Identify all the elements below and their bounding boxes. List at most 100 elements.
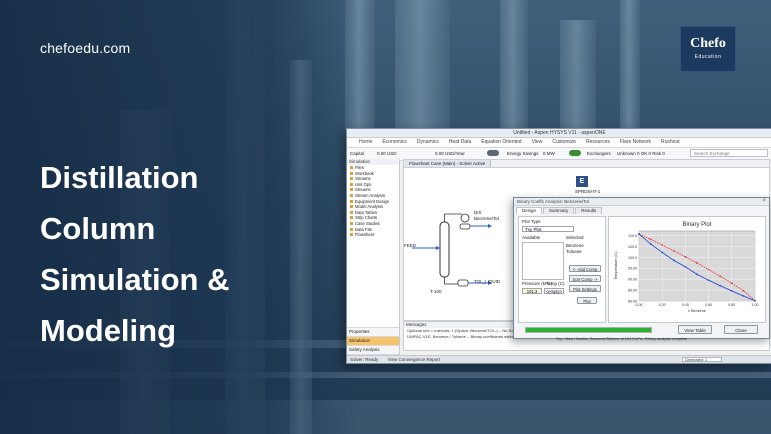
data-point	[730, 290, 733, 292]
menu-resources[interactable]: Resources	[586, 138, 610, 147]
site-url[interactable]: chefoedu.com	[40, 40, 130, 56]
design-panel: Plot Type Txy Plot Available Selected Be…	[518, 216, 606, 323]
convergence-link[interactable]: View Convergence Report	[388, 357, 440, 362]
y-tick-label: 100.0	[628, 256, 637, 260]
distillate-sub-label: Benzene/Tol	[474, 216, 499, 221]
data-point	[661, 251, 664, 254]
selected-item[interactable]: Toluene	[566, 249, 582, 254]
tab-design[interactable]: Design	[516, 207, 543, 214]
x-tick-label: 0.20	[659, 303, 666, 307]
sort-comp-button[interactable]: Sort Comp ->	[569, 275, 601, 282]
data-point	[707, 279, 710, 282]
data-point	[638, 233, 640, 235]
status-indicator: Generated: 1	[682, 357, 722, 362]
banner-root: chefoedu.com Distillation Column Simulat…	[0, 0, 771, 434]
menu-rushout[interactable]: Rushout	[661, 138, 680, 147]
dialog-notes: Txy - Dew / Bubble, Benzene/Toluene at 1…	[556, 337, 688, 341]
data-point	[649, 243, 652, 245]
x-tick-label: 0.60	[705, 303, 712, 307]
menu-equation-oriented[interactable]: Equation Oriented	[481, 138, 521, 147]
menu-flare-network[interactable]: Flare Network	[620, 138, 651, 147]
search-input[interactable]: Search Exchange	[690, 149, 768, 157]
x-axis-label: x Benzene	[688, 309, 706, 313]
data-point	[696, 273, 698, 276]
binary-plot-chart: Binary Plot80.0085.0090.0095.00100.0105.…	[614, 222, 759, 313]
menu-economics[interactable]: Economics	[382, 138, 406, 147]
window-titlebar: Untitled - Aspen HYSYS V11 - aspenONE	[347, 129, 771, 138]
y-tick-label: 110.0	[628, 234, 637, 238]
exchangers-label: Exchangers	[587, 151, 611, 156]
nav-item[interactable]: Flowsheet	[350, 232, 399, 238]
flowsheet-tab[interactable]: Flowsheet Case (Main) - Solver Active	[404, 160, 492, 167]
utility-value: 0.00 USD/Year	[435, 151, 465, 156]
cost-label: Capital	[350, 151, 365, 156]
plot-settings-button[interactable]: Plot Settings	[569, 285, 601, 292]
plot-button[interactable]: Plot	[577, 297, 597, 304]
data-point	[684, 255, 687, 258]
title-line: Distillation	[40, 160, 199, 195]
nav-properties[interactable]: Properties	[347, 327, 399, 336]
menu-dynamics[interactable]: Dynamics	[417, 138, 439, 147]
tab-summary[interactable]: Summary	[543, 207, 575, 214]
binary-plot-panel: Binary Plot 80.00 85.00 90.00 95.00 100.0 105.…	[608, 216, 766, 323]
close-icon[interactable]: ×	[762, 198, 766, 205]
exchangers-status: Unknown 0 OK 0 Risk 0	[617, 151, 665, 156]
view-table-button[interactable]: View Table	[678, 325, 712, 334]
status-bar: Solver: Ready View Convergence Report Ge…	[347, 355, 771, 363]
data-point	[684, 265, 687, 268]
temp-input[interactable]: <empty>	[544, 288, 564, 294]
data-point	[719, 284, 722, 287]
window-title: Untitled - Aspen HYSYS V11 - aspenONE	[513, 130, 606, 136]
cost-toggle[interactable]	[487, 150, 499, 156]
bottoms-label: TOL_LIQUID	[474, 279, 501, 284]
progress-fill	[526, 328, 651, 332]
add-comp-button[interactable]: <- Add Comp	[569, 265, 601, 272]
dialog-title: Binary Coeffs Analysis: Benzene/Tol	[514, 198, 769, 206]
data-point	[707, 268, 710, 271]
menu-home[interactable]: Home	[359, 138, 372, 147]
menu-bar: Home Economics Dynamics Heat Data Equati…	[347, 138, 771, 148]
selected-label: Selected	[566, 235, 584, 240]
menu-customize[interactable]: Customize	[552, 138, 576, 147]
energy-toggle[interactable]	[569, 150, 581, 156]
data-point	[661, 244, 664, 246]
x-tick-label: 1.00	[752, 303, 759, 307]
y-tick-label: 105.0	[628, 245, 637, 249]
banner-title: Distillation Column Simulation & Modelin…	[40, 152, 340, 356]
feed-label: FEED	[404, 243, 417, 248]
data-point	[672, 259, 675, 262]
available-list[interactable]	[522, 242, 564, 280]
logo-subtitle: Education	[694, 54, 722, 60]
menu-heat-data[interactable]: Heat Data	[449, 138, 472, 147]
selected-item[interactable]: Benzene	[566, 243, 584, 248]
spreadsheet-icon[interactable]: E	[576, 176, 588, 187]
binary-analysis-dialog: Binary Coeffs Analysis: Benzene/Tol × De…	[513, 197, 770, 339]
data-point	[742, 295, 745, 297]
temp-label: Temp (C)	[546, 281, 565, 286]
nav-safety-analysis[interactable]: Safety Analysis	[347, 345, 399, 354]
column-diagram[interactable]	[410, 210, 530, 300]
nav-tree: Files Workbook Streams Unit Ops Streams …	[347, 165, 399, 238]
data-point	[754, 299, 756, 302]
logo-name: Chefo	[690, 36, 726, 51]
title-line: Modeling	[40, 313, 177, 348]
data-point	[672, 250, 675, 252]
spreadsheet-label: SPRDSHT-1	[575, 189, 601, 194]
energy-label: Energy Savings	[507, 151, 539, 156]
title-line: Column	[40, 211, 156, 246]
solver-status: Solver: Ready	[350, 357, 379, 362]
menu-view[interactable]: View	[532, 138, 543, 147]
plot-type-select[interactable]: Txy Plot	[522, 226, 574, 232]
close-button[interactable]: Close	[724, 325, 758, 334]
distillate-label: DIS	[474, 210, 482, 215]
energy-value: 0 MW	[543, 151, 555, 156]
data-point	[719, 275, 722, 278]
nav-simulation[interactable]: Simulation	[347, 336, 399, 345]
y-axis-label: Temperature (C)	[614, 251, 618, 279]
x-tick-label: 0.80	[728, 303, 735, 307]
pressure-input[interactable]: 101.3	[522, 288, 542, 294]
navigation-pane: Simulation Files Workbook Streams Unit O…	[347, 159, 400, 363]
column-label: T-100	[430, 289, 442, 294]
tab-results[interactable]: Results	[575, 207, 603, 214]
capital-value: 0.00 USD	[377, 151, 397, 156]
